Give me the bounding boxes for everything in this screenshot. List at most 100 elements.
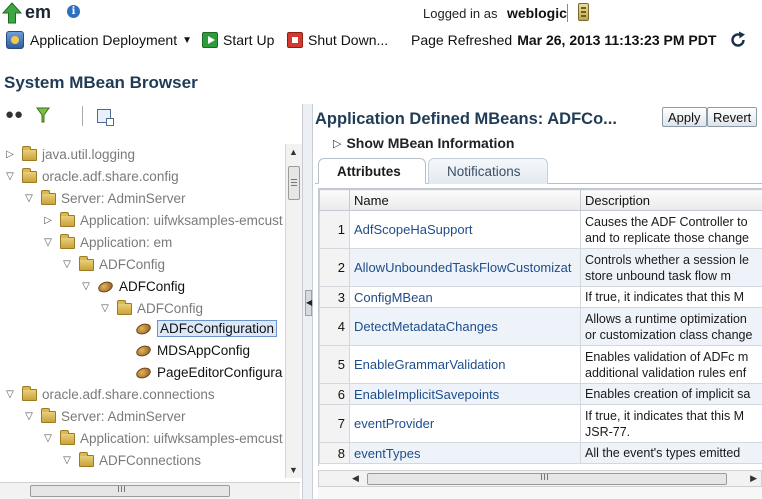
tree-node[interactable]: ▽ ADFConnections bbox=[61, 450, 201, 471]
column-header-description[interactable]: Description bbox=[580, 189, 762, 211]
tree-node-label[interactable]: Server: AdminServer bbox=[61, 191, 186, 206]
detach-icon[interactable] bbox=[97, 109, 114, 126]
tree-node[interactable]: ▷ java.util.logging bbox=[4, 144, 135, 165]
table-row[interactable]: 8 eventTypes All the event's types emitted bbox=[319, 442, 762, 464]
tree-node[interactable]: ▽ ADFConfig bbox=[99, 298, 203, 319]
expand-toggle-icon[interactable]: ▽ bbox=[4, 171, 16, 182]
panel-splitter[interactable]: ◀ bbox=[302, 104, 313, 499]
collapse-toggle-icon[interactable]: ▷ bbox=[4, 149, 16, 160]
expand-toggle-icon[interactable]: ▽ bbox=[42, 433, 54, 444]
column-header-name[interactable]: Name bbox=[349, 189, 581, 211]
tree-node[interactable]: ▽ oracle.adf.share.connections bbox=[4, 384, 215, 405]
attribute-description: Causes the ADF Controller to and to repli… bbox=[580, 210, 762, 249]
table-row[interactable]: 6 EnableImplicitSavepoints Enables creatio… bbox=[319, 383, 762, 405]
tree-node-label[interactable]: ADFcConfiguration bbox=[157, 320, 278, 337]
scroll-thumb[interactable] bbox=[367, 473, 727, 485]
tree-vertical-scrollbar[interactable]: ▲ ▼ bbox=[285, 144, 302, 478]
tree-node-label[interactable]: oracle.adf.share.config bbox=[42, 169, 179, 184]
application-deployment-menu[interactable]: Application Deployment ▼ bbox=[6, 30, 192, 50]
tree-node[interactable]: ▽ Application: uifwksamples-emcust bbox=[42, 428, 283, 449]
tree-node-label[interactable]: Application: em bbox=[80, 235, 172, 250]
scroll-thumb[interactable] bbox=[30, 485, 230, 497]
expand-toggle-icon[interactable]: ▽ bbox=[4, 389, 16, 400]
attribute-name[interactable]: AdfScopeHaSupport bbox=[349, 210, 581, 249]
tree-node[interactable]: MDSAppConfig bbox=[118, 340, 250, 361]
attribute-name[interactable]: DetectMetadataChanges bbox=[349, 307, 581, 346]
show-mbean-info-toggle[interactable]: ▷ Show MBean Information bbox=[333, 135, 514, 151]
table-horizontal-scrollbar[interactable]: ◀ ▶ bbox=[318, 470, 762, 487]
bean-icon bbox=[96, 279, 115, 294]
home-up-arrow-icon[interactable] bbox=[2, 2, 22, 24]
scroll-grip bbox=[118, 486, 119, 492]
revert-button[interactable]: Revert bbox=[707, 107, 758, 127]
expand-toggle-icon[interactable]: ▽ bbox=[23, 193, 35, 204]
tree-node-label[interactable]: Application: uifwksamples-emcust bbox=[80, 431, 283, 446]
tree-node-label[interactable]: java.util.logging bbox=[42, 147, 135, 162]
expand-toggle-icon[interactable]: ▽ bbox=[99, 303, 111, 314]
tree-node[interactable]: ▷ Application: uifwksamples-emcust bbox=[42, 210, 283, 231]
attribute-name[interactable]: ConfigMBean bbox=[349, 286, 581, 308]
tree-node-label[interactable]: Server: AdminServer bbox=[61, 409, 186, 424]
scroll-up-icon[interactable]: ▲ bbox=[289, 147, 298, 157]
expand-toggle-icon[interactable]: ▽ bbox=[61, 455, 73, 466]
scroll-right-icon[interactable]: ▶ bbox=[750, 473, 757, 484]
user-name[interactable]: weblogic bbox=[507, 5, 567, 21]
info-icon[interactable]: i bbox=[67, 5, 80, 18]
divider bbox=[82, 106, 83, 126]
tree-node[interactable]: ▽ Server: AdminServer bbox=[23, 406, 186, 427]
table-row[interactable]: 3 ConfigMBean If true, it indicates that t… bbox=[319, 286, 762, 308]
attribute-name[interactable]: EnableGrammarValidation bbox=[349, 345, 581, 384]
tree-node-label[interactable]: ADFConfig bbox=[99, 257, 165, 272]
tree-node[interactable]: ADFcConfiguration bbox=[118, 318, 278, 339]
tab-attributes[interactable]: Attributes bbox=[318, 158, 426, 184]
attribute-name[interactable]: AllowUnboundedTaskFlowCustomizat bbox=[349, 248, 581, 287]
tree-node-label[interactable]: ADFConnections bbox=[99, 453, 201, 468]
tree-node-label[interactable]: ADFConfig bbox=[137, 301, 203, 316]
table-row[interactable]: 1 AdfScopeHaSupport Causes the ADF Control… bbox=[319, 210, 762, 249]
start-up-button[interactable]: Start Up bbox=[202, 30, 274, 50]
tree-node-label[interactable]: ADFConfig bbox=[119, 279, 185, 294]
tree-node-label[interactable]: Application: uifwksamples-emcust bbox=[80, 213, 283, 228]
shut-down-button[interactable]: Shut Down... bbox=[287, 30, 388, 50]
deployment-icon bbox=[6, 31, 24, 49]
tree-node[interactable]: ▽ Application: em bbox=[42, 232, 172, 253]
tab-notifications[interactable]: Notifications bbox=[428, 158, 548, 184]
collapse-left-icon[interactable]: ◀ bbox=[305, 290, 312, 316]
attribute-description: Allows a runtime optimization or customiz… bbox=[580, 307, 762, 346]
expand-toggle-icon[interactable]: ▽ bbox=[61, 259, 73, 270]
tree-node-label[interactable]: PageEditorConfigura bbox=[157, 365, 282, 380]
table-footer bbox=[318, 487, 762, 499]
table-row[interactable]: 5 EnableGrammarValidation Enables validati… bbox=[319, 345, 762, 384]
refresh-icon[interactable] bbox=[728, 30, 748, 50]
tree-node[interactable]: ▽ oracle.adf.share.config bbox=[4, 166, 179, 187]
tree-node[interactable]: ▽ Server: AdminServer bbox=[23, 188, 186, 209]
tree-node[interactable]: PageEditorConfigura bbox=[118, 362, 282, 383]
attribute-name[interactable]: EnableImplicitSavepoints bbox=[349, 383, 581, 405]
app-name[interactable]: em bbox=[25, 2, 51, 23]
tree-node-label[interactable]: oracle.adf.share.connections bbox=[42, 387, 215, 402]
expand-toggle-icon[interactable]: ▽ bbox=[23, 411, 35, 422]
table-row[interactable]: 7 eventProvider If true, it indicates that… bbox=[319, 404, 762, 443]
tree-node[interactable]: ▽ ADFConfig bbox=[80, 276, 185, 297]
tree-horizontal-scrollbar[interactable] bbox=[0, 482, 300, 499]
tree-node-label[interactable]: MDSAppConfig bbox=[157, 343, 250, 358]
table-row[interactable]: 2 AllowUnboundedTaskFlowCustomizat Control… bbox=[319, 248, 762, 287]
find-binoculars-icon[interactable]: ●● bbox=[5, 106, 23, 123]
table-row[interactable]: 4 DetectMetadataChanges Allows a runtime o… bbox=[319, 307, 762, 346]
attribute-name[interactable]: eventTypes bbox=[349, 442, 581, 464]
tree-node[interactable]: ▽ ADFConfig bbox=[61, 254, 165, 275]
filter-icon[interactable] bbox=[36, 106, 50, 124]
expand-toggle-icon[interactable]: ▽ bbox=[42, 237, 54, 248]
attribute-name[interactable]: eventProvider bbox=[349, 404, 581, 443]
scroll-left-icon[interactable]: ◀ bbox=[352, 473, 359, 484]
detail-tabs: Attributes Notifications bbox=[315, 158, 762, 184]
scroll-down-icon[interactable]: ▼ bbox=[289, 465, 298, 475]
expand-toggle-icon[interactable]: ▽ bbox=[80, 281, 92, 292]
scroll-thumb[interactable] bbox=[288, 166, 300, 200]
collapse-toggle-icon[interactable]: ▷ bbox=[42, 215, 54, 226]
apply-button[interactable]: Apply bbox=[662, 107, 707, 127]
top-bar: em i Logged in as weblogic bbox=[0, 0, 762, 26]
folder-icon bbox=[22, 385, 37, 401]
description-line: If true, it indicates that this M bbox=[585, 290, 745, 304]
column-header-index bbox=[319, 189, 350, 211]
